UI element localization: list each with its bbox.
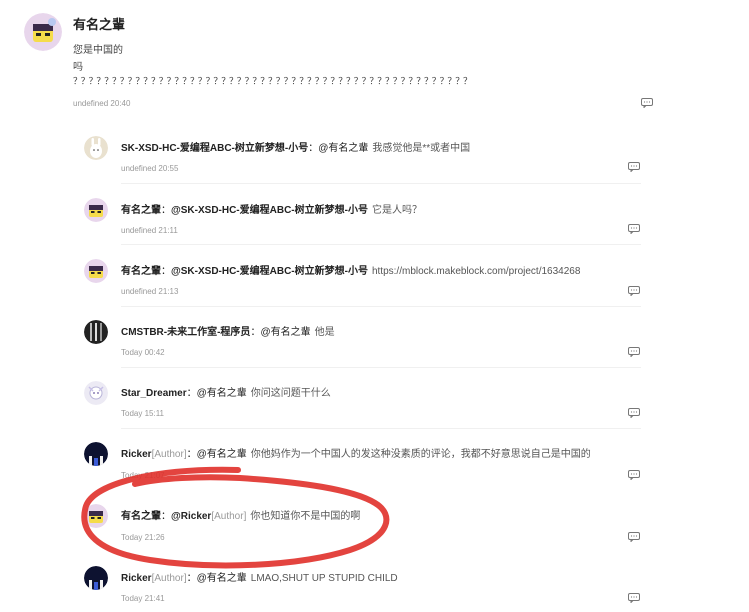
separator: ：: [161, 205, 171, 216]
comment-icon[interactable]: [641, 98, 653, 108]
reply-header: Star_Dreamer：@有名之輩 你问这问题干什么: [121, 384, 331, 399]
divider: [121, 306, 641, 307]
separator: ：: [161, 511, 171, 522]
reply-time: undefined 20:55: [121, 164, 179, 173]
reply-text: 你也知道你不是中国的啊: [250, 511, 361, 522]
reply-header: CMSTBR-未来工作室-程序员：@有名之輩 他是: [121, 323, 335, 338]
reply-mention[interactable]: @有名之輩: [197, 388, 247, 399]
reply-avatar[interactable]: [84, 320, 108, 344]
reply-avatar[interactable]: [84, 259, 108, 283]
reply-header: 有名之輩：@SK-XSD-HC-爱编程ABC-树立新梦想-小号 它是人吗？: [121, 201, 422, 216]
reply-time: Today 00:42: [121, 348, 165, 357]
comment-icon[interactable]: [628, 532, 640, 542]
reply-header: 有名之輩：@SK-XSD-HC-爱编程ABC-树立新梦想-小号 https://m…: [121, 262, 580, 277]
reply-author[interactable]: SK-XSD-HC-爱编程ABC-树立新梦想-小号: [121, 143, 308, 154]
reply-author[interactable]: Ricker: [121, 573, 152, 584]
reply-header: 有名之輩：@Ricker[Author] 你也知道你不是中国的啊: [121, 507, 360, 522]
separator: ：: [161, 266, 171, 277]
reply-avatar[interactable]: [84, 504, 108, 528]
reply-time: Today 21:41: [121, 594, 165, 603]
author-tag: [Author]: [151, 573, 187, 584]
reply-author[interactable]: 有名之輩: [121, 266, 161, 277]
reply-time: undefined 21:13: [121, 287, 179, 296]
comment-icon[interactable]: [628, 408, 640, 418]
comment-icon[interactable]: [628, 593, 640, 603]
reply-time: undefined 21:11: [121, 226, 178, 235]
reply-time: Today 21:07: [121, 471, 165, 480]
reply-mention[interactable]: @有名之輩: [197, 449, 247, 460]
reply-avatar[interactable]: [84, 442, 108, 466]
reply-text: 我感觉他是**或者中国: [372, 143, 471, 154]
main-comment-time: undefined 20:40: [73, 99, 131, 108]
separator: ：: [186, 449, 197, 460]
comment-icon[interactable]: [628, 470, 640, 480]
reply-header: Ricker[Author]：@有名之輩 LMAO,SHUT UP STUPID …: [121, 569, 398, 584]
reply-time: Today 21:26: [121, 533, 165, 542]
reply-avatar[interactable]: [84, 566, 108, 590]
reply-avatar[interactable]: [84, 381, 108, 405]
comment-icon[interactable]: [628, 347, 640, 357]
reply-author[interactable]: 有名之輩: [121, 205, 161, 216]
comment-icon[interactable]: [628, 224, 640, 234]
main-comment-line: 您是中国的: [73, 45, 123, 56]
separator: ：: [186, 573, 197, 584]
main-author-name[interactable]: 有名之輩: [73, 14, 125, 33]
separator: ：: [308, 143, 319, 154]
reply-mention[interactable]: @Ricker: [171, 511, 211, 522]
reply-text: 它是人吗？: [371, 205, 422, 216]
reply-text[interactable]: https://mblock.makeblock.com/project/163…: [372, 266, 580, 277]
mention-tag: [Author]: [211, 511, 247, 522]
reply-mention[interactable]: @有名之輩: [318, 143, 368, 154]
separator: ：: [250, 327, 261, 338]
reply-author[interactable]: 有名之輩: [121, 511, 161, 522]
reply-header: Ricker[Author]：@有名之輩 你他妈作为一个中国人的发这种没素质的评论…: [121, 445, 591, 460]
reply-mention[interactable]: @有名之輩: [197, 573, 247, 584]
reply-text: 你问这问题干什么: [250, 388, 331, 399]
comment-icon[interactable]: [628, 162, 640, 172]
reply-author[interactable]: CMSTBR-未来工作室-程序员: [121, 327, 250, 338]
main-comment-line: 吗: [73, 62, 83, 73]
reply-mention[interactable]: @有名之輩: [260, 327, 310, 338]
reply-author[interactable]: Star_Dreamer: [121, 388, 187, 399]
reply-mention[interactable]: @SK-XSD-HC-爱编程ABC-树立新梦想-小号: [171, 266, 368, 277]
comment-icon[interactable]: [628, 286, 640, 296]
separator: ：: [186, 388, 197, 399]
main-comment-line: ？？？？？？？？？？？？？？？？？？？？？？？？？？？？？？？？？？？？？？？？…: [73, 76, 472, 86]
reply-author[interactable]: Ricker: [121, 449, 152, 460]
reply-avatar[interactable]: [84, 136, 108, 160]
reply-avatar[interactable]: [84, 198, 108, 222]
divider: [121, 367, 641, 368]
reply-text: 他是: [314, 327, 335, 338]
reply-time: Today 15:11: [121, 409, 164, 418]
main-author-avatar[interactable]: [24, 13, 62, 51]
author-tag: [Author]: [151, 449, 187, 460]
divider: [121, 428, 641, 429]
divider: [121, 244, 641, 245]
reply-text: LMAO,SHUT UP STUPID CHILD: [250, 573, 398, 584]
divider: [121, 183, 641, 184]
reply-mention[interactable]: @SK-XSD-HC-爱编程ABC-树立新梦想-小号: [171, 205, 368, 216]
reply-text: 你他妈作为一个中国人的发这种没素质的评论，我都不好意思说自己是中国的: [250, 449, 591, 460]
reply-header: SK-XSD-HC-爱编程ABC-树立新梦想-小号：@有名之輩 我感觉他是**或者…: [121, 139, 470, 154]
